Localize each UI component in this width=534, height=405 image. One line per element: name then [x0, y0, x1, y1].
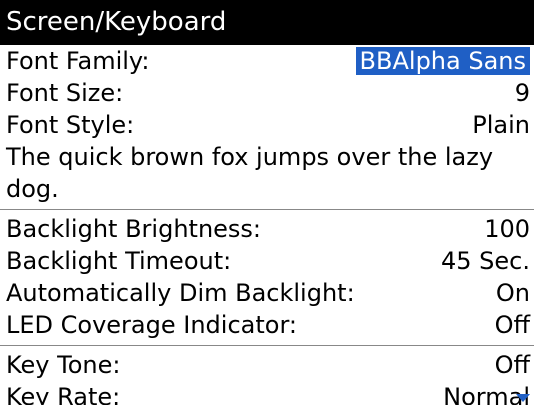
- font-style-row[interactable]: Font Style: Plain: [0, 109, 534, 141]
- led-coverage-row[interactable]: LED Coverage Indicator: Off: [0, 309, 534, 341]
- backlight-timeout-label: Backlight Timeout:: [6, 247, 232, 275]
- backlight-timeout-row[interactable]: Backlight Timeout: 45 Sec.: [0, 245, 534, 277]
- auto-dim-label: Automatically Dim Backlight:: [6, 279, 355, 307]
- auto-dim-value[interactable]: On: [496, 277, 530, 309]
- backlight-brightness-label: Backlight Brightness:: [6, 215, 262, 243]
- font-sample-text: The quick brown fox jumps over the lazy …: [6, 143, 494, 203]
- backlight-brightness-value[interactable]: 100: [484, 213, 530, 245]
- backlight-brightness-row[interactable]: Backlight Brightness: 100: [0, 213, 534, 245]
- divider: [0, 209, 534, 210]
- key-rate-row[interactable]: Key Rate: Normal: [0, 381, 534, 405]
- font-family-value[interactable]: BBAlpha Sans: [355, 47, 530, 75]
- key-tone-value[interactable]: Off: [495, 349, 530, 381]
- settings-list: Font Family: BBAlpha Sans Font Size: 9 F…: [0, 45, 534, 405]
- auto-dim-row[interactable]: Automatically Dim Backlight: On: [0, 277, 534, 309]
- font-style-value[interactable]: Plain: [472, 109, 530, 141]
- scroll-down-arrow-icon[interactable]: [516, 394, 530, 402]
- divider: [0, 345, 534, 346]
- screen-title: Screen/Keyboard: [0, 0, 534, 45]
- font-style-label: Font Style:: [6, 111, 135, 139]
- font-family-label: Font Family:: [6, 47, 150, 75]
- led-coverage-value[interactable]: Off: [495, 309, 530, 341]
- led-coverage-label: LED Coverage Indicator:: [6, 311, 297, 339]
- font-family-row[interactable]: Font Family: BBAlpha Sans: [0, 45, 534, 77]
- font-size-value[interactable]: 9: [515, 77, 530, 109]
- key-tone-row[interactable]: Key Tone: Off: [0, 349, 534, 381]
- font-size-label: Font Size:: [6, 79, 124, 107]
- key-tone-label: Key Tone:: [6, 351, 121, 379]
- key-rate-label: Key Rate:: [6, 383, 121, 405]
- backlight-timeout-value[interactable]: 45 Sec.: [441, 245, 530, 277]
- font-size-row[interactable]: Font Size: 9: [0, 77, 534, 109]
